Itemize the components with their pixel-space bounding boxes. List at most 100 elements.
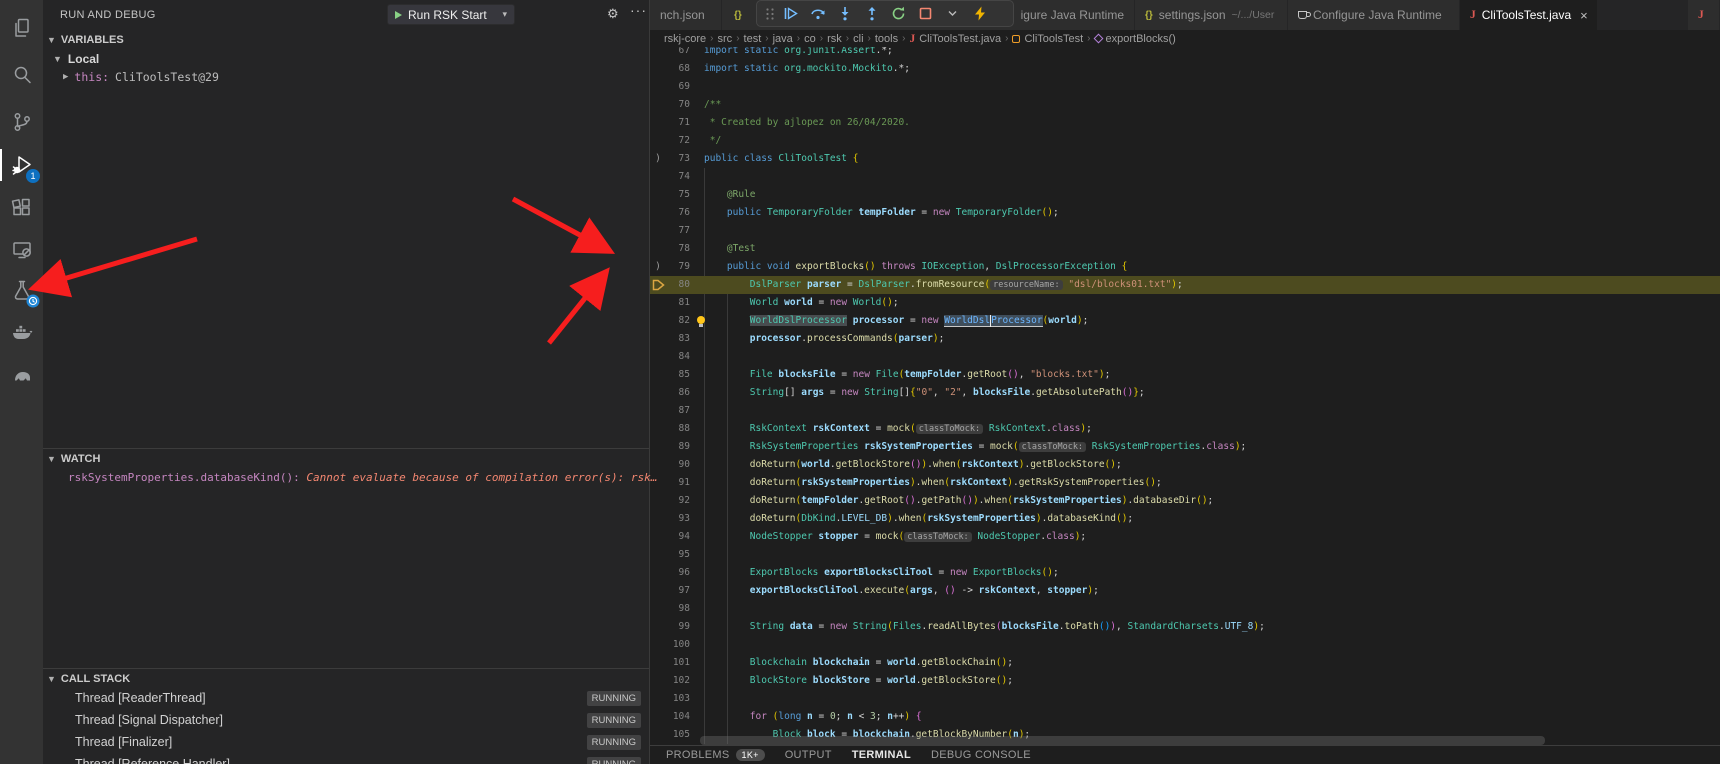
code-line[interactable]: 88 RskContext rskContext = mock(classToM… (650, 420, 1720, 438)
code-line[interactable]: 101 Blockchain blockchain = world.getBlo… (650, 654, 1720, 672)
line-number: 99 (650, 618, 690, 636)
remote-explorer-icon[interactable] (0, 230, 43, 270)
restart-icon[interactable] (885, 2, 912, 25)
code-line[interactable]: 76 public TemporaryFolder tempFolder = n… (650, 204, 1720, 222)
code-line[interactable]: 82 WorldDslProcessor processor = new Wor… (650, 312, 1720, 330)
chevron-down-icon[interactable] (939, 2, 966, 25)
horizontal-scrollbar[interactable] (700, 736, 1545, 745)
tab-configure-java-runtime[interactable]: Configure Java Runtime (1288, 0, 1460, 30)
extensions-icon[interactable] (0, 188, 43, 228)
watch-header[interactable]: ▼ WATCH (47, 453, 100, 465)
code-line[interactable]: 69 (650, 78, 1720, 96)
code-line[interactable]: 102 BlockStore blockStore = world.getBlo… (650, 672, 1720, 690)
variables-scope-local[interactable]: ▼ Local (53, 52, 99, 66)
code-line[interactable]: 94 NodeStopper stopper = mock(classToMoc… (650, 528, 1720, 546)
code-line[interactable]: 104 for (long n = 0; n < 3; n++) { (650, 708, 1720, 726)
hot-code-replace-icon[interactable] (966, 2, 993, 25)
tab-label: Configure Java Runtime (1313, 8, 1442, 22)
code-line[interactable]: 103 (650, 690, 1720, 708)
step-out-icon[interactable] (858, 2, 885, 25)
code-line[interactable]: 90 doReturn(world.getBlockStore()).when(… (650, 456, 1720, 474)
tab-settings-json[interactable]: {}settings.json~/.../User (1135, 0, 1288, 30)
chevron-right-icon: ▶ (63, 72, 68, 82)
code-line[interactable]: 100 (650, 636, 1720, 654)
stop-icon[interactable] (912, 2, 939, 25)
panel-tab-terminal[interactable]: TERMINAL (842, 746, 921, 761)
close-icon[interactable]: × (1580, 8, 1588, 23)
breadcrumb-segment[interactable]: co (804, 33, 816, 45)
code-line[interactable]: 87 (650, 402, 1720, 420)
code-line[interactable]: )73public class CliToolsTest { (650, 150, 1720, 168)
breadcrumb-segment[interactable]: JCliToolsTest.java (909, 33, 1001, 45)
breadcrumb-segment[interactable]: cli (853, 33, 863, 45)
code-line[interactable]: 86 String[] args = new String[]{"0", "2"… (650, 384, 1720, 402)
code-line[interactable]: 93 doReturn(DbKind.LEVEL_DB).when(rskSys… (650, 510, 1720, 528)
call-stack-thread[interactable]: Thread [ReaderThread]RUNNING (43, 689, 649, 711)
code-line[interactable]: 98 (650, 600, 1720, 618)
breadcrumb-segment[interactable]: src (718, 33, 733, 45)
code-editor[interactable]: 67import static org.junit.Assert.*;68imp… (650, 0, 1720, 748)
step-into-icon[interactable] (831, 2, 858, 25)
gradle-icon[interactable] (0, 354, 43, 394)
call-stack-thread[interactable]: Thread [Finalizer]RUNNING (43, 733, 649, 755)
code-line[interactable]: 81 World world = new World(); (650, 294, 1720, 312)
run-and-debug-icon[interactable]: 1 (0, 145, 43, 185)
fold-marker-icon[interactable]: ) (655, 150, 661, 168)
fold-marker-icon[interactable]: ) (655, 258, 661, 276)
code-line[interactable]: 74 (650, 168, 1720, 186)
step-over-icon[interactable] (804, 2, 831, 25)
code-line[interactable]: 77 (650, 222, 1720, 240)
breadcrumb-segment[interactable]: exportBlocks() (1095, 33, 1176, 45)
tab-overflow-java[interactable]: J (1688, 0, 1720, 30)
docker-icon[interactable] (0, 312, 43, 352)
code-line[interactable]: 71 * Created by ajlopez on 26/04/2020. (650, 114, 1720, 132)
breadcrumb-segment[interactable]: tools (875, 33, 898, 45)
testing-icon[interactable] (0, 270, 43, 310)
source-control-icon[interactable] (0, 102, 43, 142)
code-line[interactable]: 89 RskSystemProperties rskSystemProperti… (650, 438, 1720, 456)
code-line[interactable]: )79 public void exportBlocks() throws IO… (650, 258, 1720, 276)
code-line[interactable]: 92 doReturn(tempFolder.getRoot().getPath… (650, 492, 1720, 510)
code-line[interactable]: 97 exportBlocksCliTool.execute(args, () … (650, 582, 1720, 600)
json-file-icon: {} (734, 10, 742, 21)
more-actions-icon[interactable]: ··· (630, 2, 647, 18)
code-line[interactable]: 78 @Test (650, 240, 1720, 258)
code-line[interactable]: 95 (650, 546, 1720, 564)
call-stack-header[interactable]: ▼ CALL STACK (47, 673, 130, 685)
breadcrumb-segment[interactable]: rskj-core (664, 33, 706, 45)
status-badge: RUNNING (587, 713, 641, 728)
breadcrumb-segment[interactable]: test (744, 33, 762, 45)
code-line[interactable]: 96 ExportBlocks exportBlocksCliTool = ne… (650, 564, 1720, 582)
code-line[interactable]: 85 File blocksFile = new File(tempFolder… (650, 366, 1720, 384)
search-icon[interactable] (0, 55, 43, 95)
call-stack-thread[interactable]: Thread [Signal Dispatcher]RUNNING (43, 711, 649, 733)
code-line[interactable]: 72 */ (650, 132, 1720, 150)
panel-tab-output[interactable]: OUTPUT (775, 746, 842, 761)
gear-icon[interactable]: ⚙ (607, 6, 619, 22)
code-line[interactable]: 84 (650, 348, 1720, 366)
run-config-button[interactable]: Run RSK Start ▾ (387, 4, 515, 25)
panel-tab-problems[interactable]: PROBLEMS1K+ (656, 746, 775, 761)
code-line[interactable]: 83 processor.processCommands(parser); (650, 330, 1720, 348)
tab-clitoolstest-java[interactable]: JCliToolsTest.java× (1460, 0, 1598, 30)
variable-this[interactable]: ▶ this: CliToolsTest@29 (63, 70, 219, 84)
breadcrumb-segment[interactable]: CliToolsTest (1012, 33, 1083, 45)
code-line[interactable]: 68import static org.mockito.Mockito.*; (650, 60, 1720, 78)
code-line[interactable]: 91 doReturn(rskSystemProperties).when(rs… (650, 474, 1720, 492)
call-stack-thread[interactable]: Thread [Reference Handler]RUNNING (43, 755, 649, 764)
chevron-down-icon[interactable]: ▾ (502, 9, 507, 20)
lightbulb-icon[interactable] (697, 316, 705, 324)
chevron-down-icon: ▼ (53, 54, 62, 64)
watch-expression[interactable]: rskSystemProperties.databaseKind(): Cann… (68, 471, 657, 484)
explorer-icon[interactable] (0, 8, 43, 48)
code-line[interactable]: 75 @Rule (650, 186, 1720, 204)
code-line[interactable]: 80 DslParser parser = DslParser.fromReso… (650, 276, 1720, 294)
code-line[interactable]: 99 String data = new String(Files.readAl… (650, 618, 1720, 636)
panel-tab-debug-console[interactable]: DEBUG CONSOLE (921, 746, 1041, 761)
continue-icon[interactable] (777, 2, 804, 25)
breadcrumb-segment[interactable]: rsk (827, 33, 842, 45)
tab-launch-json[interactable]: nch.json (650, 0, 722, 30)
breadcrumb-segment[interactable]: java (773, 33, 793, 45)
code-line[interactable]: 70/** (650, 96, 1720, 114)
variables-header[interactable]: ▼ VARIABLES (47, 34, 124, 46)
